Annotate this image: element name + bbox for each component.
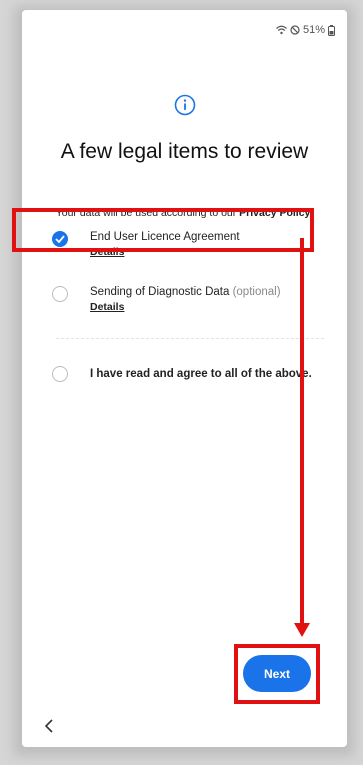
next-button[interactable]: Next <box>243 655 311 692</box>
back-button[interactable] <box>40 716 60 736</box>
diagnostic-data-text: Sending of Diagnostic Data (optional) De… <box>90 286 281 313</box>
diagnostic-data-details-link[interactable]: Details <box>90 301 281 313</box>
page-title: A few legal items to review <box>60 140 309 163</box>
diagnostic-data-label-text: Sending of Diagnostic Data <box>90 286 230 298</box>
info-icon <box>174 94 196 116</box>
diagnostic-data-checkbox[interactable] <box>52 286 68 302</box>
agree-all-checkbox[interactable] <box>52 366 68 382</box>
annotation-arrow-head <box>294 623 310 637</box>
diagnostic-data-label: Sending of Diagnostic Data (optional) <box>90 286 281 298</box>
chevron-left-icon <box>40 719 60 740</box>
agree-all-item[interactable]: I have read and agree to all of the abov… <box>52 366 312 382</box>
divider <box>56 338 324 339</box>
wifi-icon <box>276 25 287 35</box>
status-bar: 51% <box>276 24 335 36</box>
battery-percent: 51% <box>302 24 325 36</box>
annotation-arrow-line <box>300 238 304 626</box>
optional-tag: (optional) <box>232 286 281 298</box>
diagnostic-data-item[interactable]: Sending of Diagnostic Data (optional) De… <box>52 286 281 313</box>
agree-all-label: I have read and agree to all of the abov… <box>90 368 312 380</box>
do-not-disturb-icon <box>290 25 300 35</box>
battery-icon <box>328 24 335 36</box>
eula-highlight-box <box>12 208 314 252</box>
